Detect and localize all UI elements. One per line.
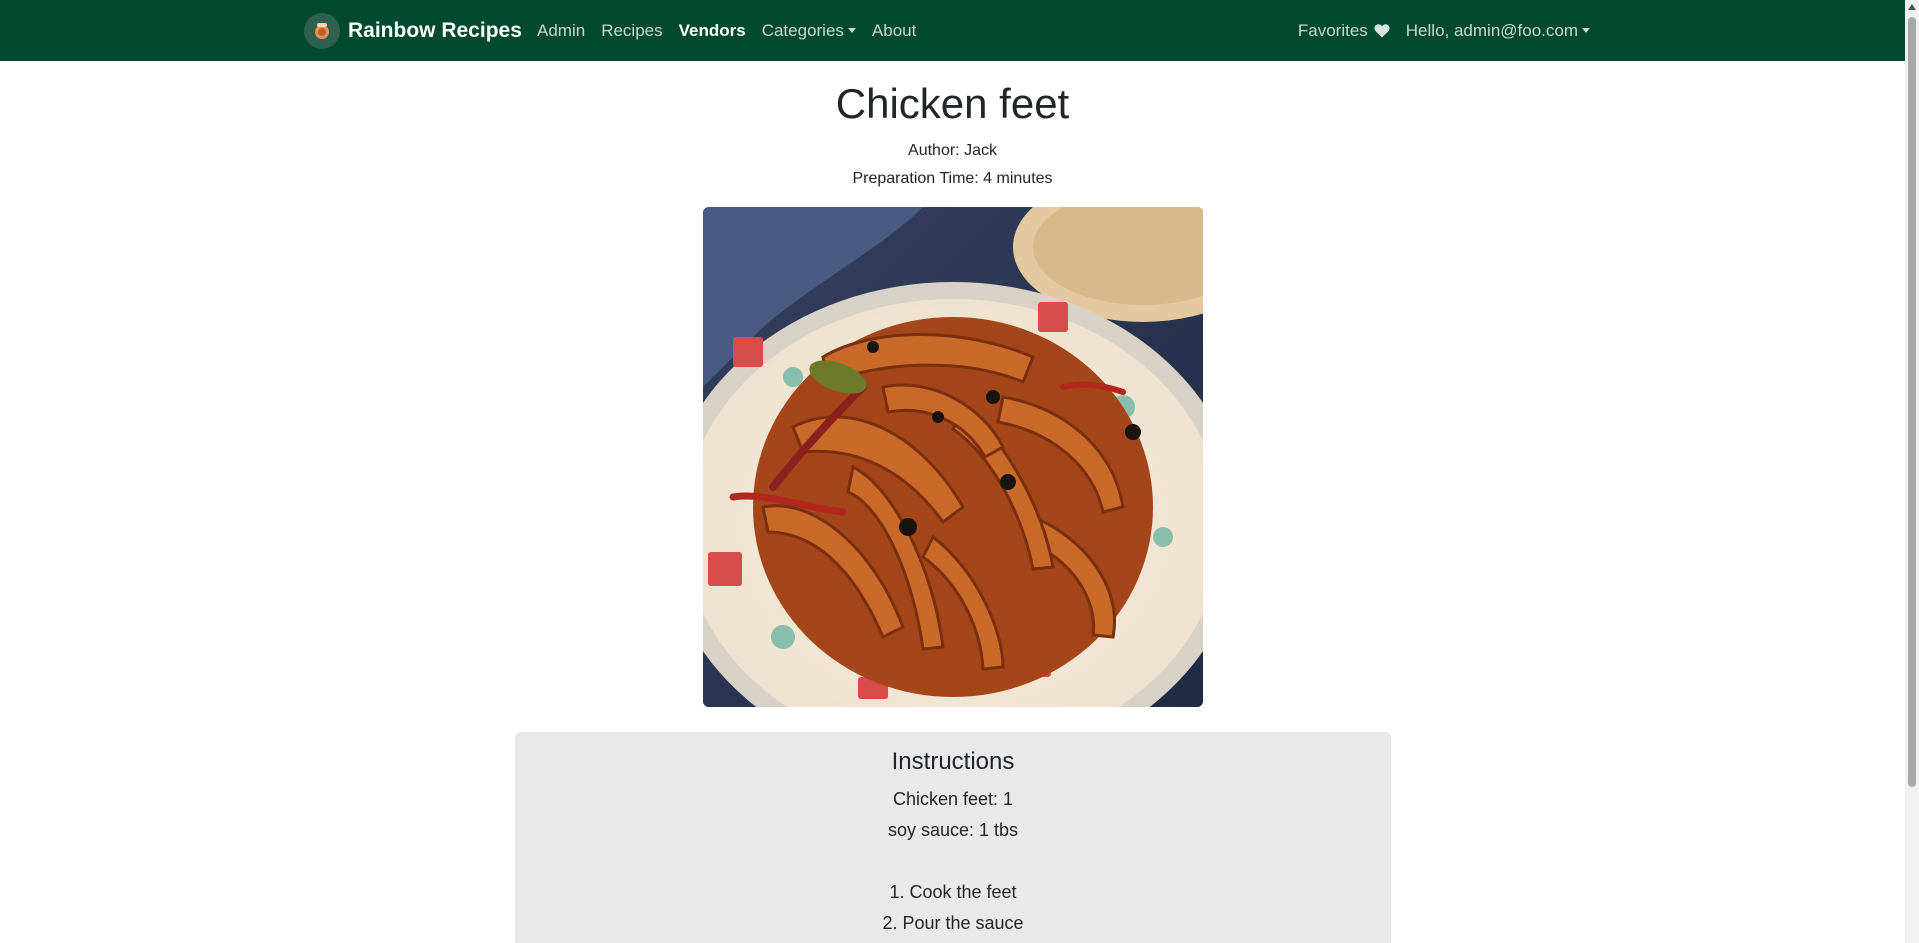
nav-links: Admin Recipes Vendors Categories About (537, 0, 932, 61)
nav-right: Favorites Hello, admin@foo.com (1282, 0, 1590, 61)
nav-admin[interactable]: Admin (537, 21, 585, 41)
recipe-image (703, 207, 1203, 707)
top-navbar: Rainbow Recipes Admin Recipes Vendors Ca… (0, 0, 1905, 61)
chevron-down-icon (847, 27, 856, 33)
instruction-line: soy sauce: 1 tbs (887, 820, 1019, 840)
brand-link[interactable]: Rainbow Recipes (304, 13, 522, 49)
chicken-feet-photo-icon (703, 207, 1203, 707)
recipe-author: Author: Jack (908, 142, 997, 159)
brand-logo-icon (304, 13, 340, 49)
chevron-down-icon (1582, 27, 1590, 33)
user-menu-label: Hello, admin@foo.com (1405, 20, 1578, 40)
instruction-line: Chicken feet: 1 (892, 789, 1014, 809)
nav-categories-label: Categories (761, 20, 844, 40)
scrollbar-thumb[interactable] (1908, 17, 1916, 787)
nav-recipes[interactable]: Recipes (601, 21, 662, 41)
user-menu-dropdown[interactable]: Hello, admin@foo.com (1406, 21, 1590, 41)
nav-about[interactable]: About (872, 21, 916, 41)
favorites-label: Favorites (1297, 20, 1368, 40)
instructions-heading: Instructions (891, 748, 1015, 775)
nav-vendors[interactable]: Vendors (679, 21, 746, 41)
instructions-panel: Instructions Chicken feet: 1 soy sauce: … (515, 732, 1391, 943)
recipe-prep-time: Preparation Time: 4 minutes (852, 170, 1053, 187)
favorites-link[interactable]: Favorites (1298, 21, 1390, 41)
page-scrollbar[interactable] (1905, 0, 1919, 943)
scroll-up-icon[interactable] (1908, 4, 1916, 10)
brand-name: Rainbow Recipes (348, 19, 522, 42)
recipe-title: Chicken feet (835, 80, 1070, 127)
instruction-line: 2. Pour the sauce (882, 913, 1024, 933)
instruction-line (515, 846, 1391, 877)
nav-categories-dropdown[interactable]: Categories (762, 21, 856, 41)
heart-icon (1374, 23, 1390, 37)
instruction-line: 1. Cook the feet (889, 882, 1017, 902)
